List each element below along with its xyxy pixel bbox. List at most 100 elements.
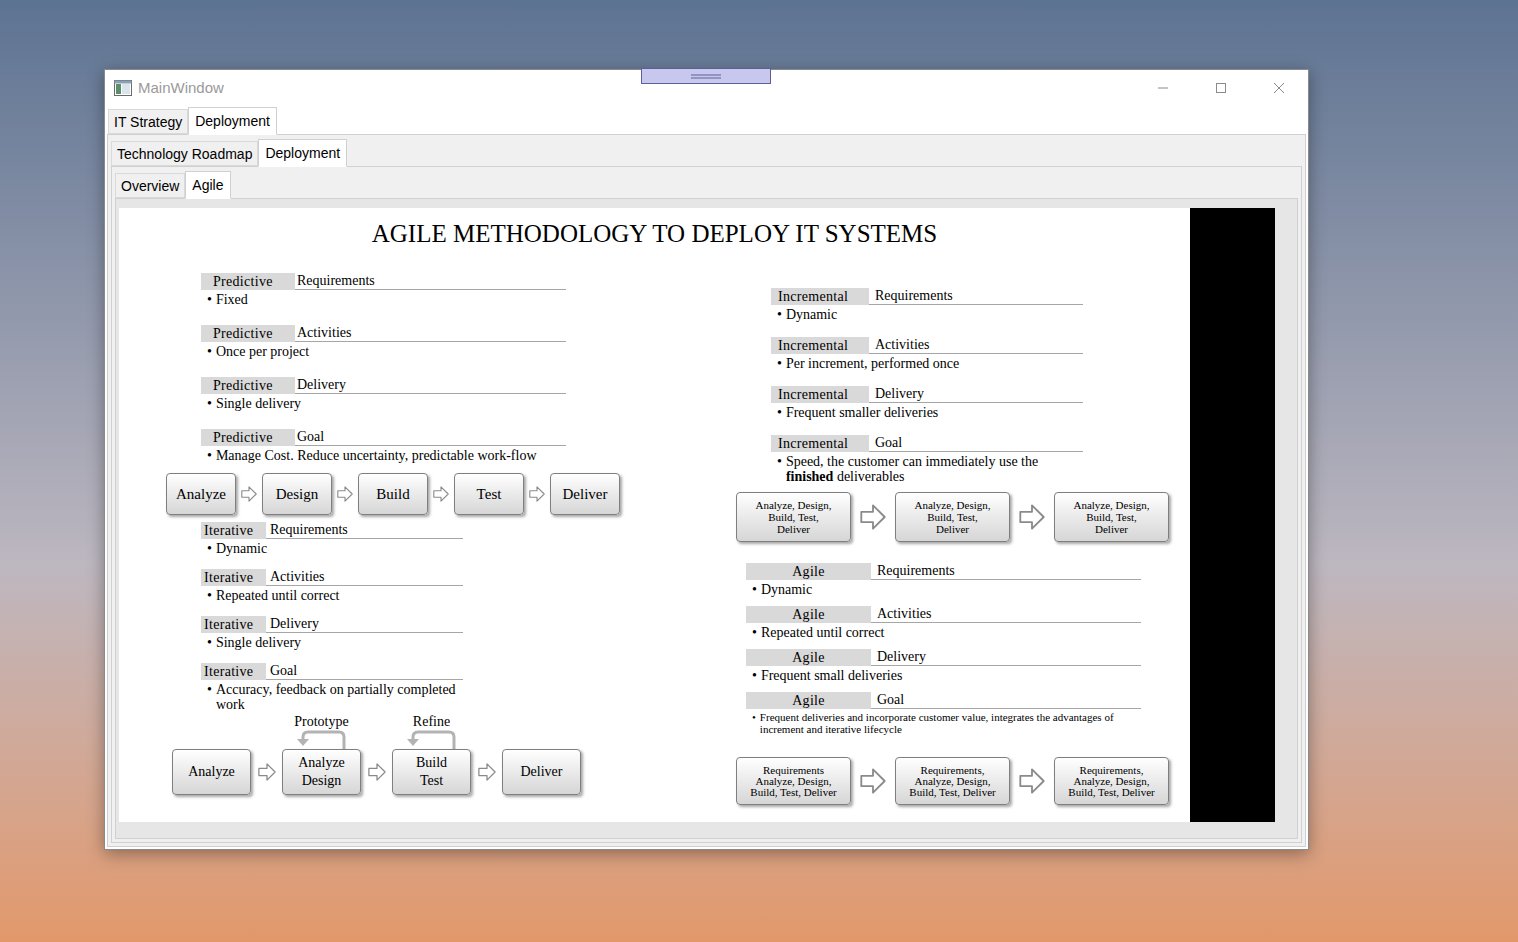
section-bullet: •Speed, the customer can immediately use… xyxy=(771,454,1083,484)
bullet-mark: • xyxy=(777,356,782,371)
flow-step-line: Analyze, Design, xyxy=(755,776,831,787)
section-bullet: •Repeated until correct xyxy=(746,625,1141,640)
flow-step-line: Requirements xyxy=(763,765,824,776)
minimize-button[interactable] xyxy=(1134,70,1192,106)
method-quadrant: IterativeRequirements•DynamicIterativeAc… xyxy=(166,515,689,795)
flow-step-line: Deliver xyxy=(936,523,969,535)
flow-step: Design xyxy=(262,473,332,515)
flow-step-line: Deliver xyxy=(521,763,563,781)
flow-step-line: Build, Test, xyxy=(1086,511,1137,523)
flow-diagram: AnalyzeDesignBuildTestDeliver xyxy=(166,473,689,515)
section-heading: Delivery xyxy=(295,377,566,394)
method-section: IncrementalDelivery•Frequent smaller del… xyxy=(771,386,1083,420)
section-heading: Goal xyxy=(869,435,1083,452)
flow-step-line: Analyze, Design, xyxy=(1073,776,1149,787)
flow-arrow-icon xyxy=(860,768,886,794)
close-button[interactable] xyxy=(1250,70,1308,106)
bullet-text: Manage Cost. Reduce uncertainty, predict… xyxy=(216,448,537,463)
method-tag: Predictive xyxy=(201,325,295,342)
bullet-text: Fixed xyxy=(216,292,248,307)
method-section: PredictiveGoal•Manage Cost. Reduce uncer… xyxy=(201,429,566,463)
section-header: PredictiveDelivery xyxy=(201,377,566,394)
section-header: AgileRequirements xyxy=(746,563,1141,580)
flow-step: Test xyxy=(454,473,524,515)
method-section: IncrementalActivities•Per increment, per… xyxy=(771,337,1083,371)
section-heading: Delivery xyxy=(871,649,1141,666)
flow-step-line: Build, Test, Deliver xyxy=(909,787,995,798)
section-header: PredictiveActivities xyxy=(201,325,566,342)
method-section: AgileRequirements •Dynamic xyxy=(746,563,1141,597)
flow-arrow-icon xyxy=(860,504,886,530)
flow-connector xyxy=(1010,492,1054,542)
flow-connector xyxy=(471,749,502,795)
bullet-mark: • xyxy=(207,396,212,411)
tab[interactable]: Deployment xyxy=(188,107,277,135)
method-section: IterativeDelivery•Single delivery xyxy=(201,616,463,650)
bullet-mark: • xyxy=(777,405,782,420)
flow-step-line: Requirements, xyxy=(1080,765,1144,776)
method-tag: Predictive xyxy=(201,429,295,446)
tab[interactable]: Overview xyxy=(115,173,185,198)
flow-step-with-loop: RefineBuildTest xyxy=(392,715,471,795)
method-section: IterativeRequirements•Dynamic xyxy=(201,522,463,556)
window: MainWindowIT StrategyDeploymentTechnolog… xyxy=(104,69,1309,850)
flow-step-line: Analyze xyxy=(298,754,345,772)
bullet-text: Speed, the customer can immediately use … xyxy=(786,454,1083,484)
method-tag: Agile xyxy=(746,563,871,580)
flow-arrow-icon xyxy=(433,486,449,502)
tab[interactable]: Technology Roadmap xyxy=(111,141,258,166)
flow-step-line: Analyze xyxy=(188,763,235,781)
flow-arrow-icon xyxy=(337,486,353,502)
tab[interactable]: Agile xyxy=(185,171,230,199)
flow-step: Build xyxy=(358,473,428,515)
section-header: AgileGoal xyxy=(746,692,1141,709)
bullet-text: Dynamic xyxy=(216,541,267,556)
section-bullet: •Dynamic xyxy=(771,307,1083,322)
bullet-text: Dynamic xyxy=(761,582,812,597)
section-header: IncrementalDelivery xyxy=(771,386,1083,403)
tab[interactable]: IT Strategy xyxy=(108,109,188,134)
flow-connector xyxy=(332,473,358,515)
section-heading: Delivery xyxy=(266,616,463,633)
section-header: IterativeRequirements xyxy=(201,522,463,539)
top-tab-strip: IT StrategyDeployment xyxy=(108,106,1306,134)
flow-step: Deliver xyxy=(550,473,620,515)
method-section: IterativeActivities•Repeated until corre… xyxy=(201,569,463,603)
flow-step-line: Build, Test, xyxy=(927,511,978,523)
section-bullet: •Frequent small deliveries xyxy=(746,668,1141,683)
method-section: AgileGoal•Frequent deliveries and incorp… xyxy=(746,692,1141,735)
method-quadrant: PredictiveRequirements•FixedPredictiveAc… xyxy=(166,273,689,515)
flow-step: Analyze, Design,Build, Test,Deliver xyxy=(736,492,851,542)
close-icon xyxy=(1273,82,1285,94)
section-header: IterativeDelivery xyxy=(201,616,463,633)
flow-connector xyxy=(251,749,282,795)
bullet-mark: • xyxy=(752,625,757,640)
bullet-mark: • xyxy=(752,668,757,683)
slide-title: AGILE METHODOLOGY TO DEPLOY IT SYSTEMS xyxy=(119,208,1190,248)
section-bullet: •Accuracy, feedback on partially complet… xyxy=(201,682,463,712)
method-tag: Agile xyxy=(746,606,871,623)
flow-step-line: Test xyxy=(477,485,502,503)
loop-label: Prototype xyxy=(294,715,348,729)
maximize-button[interactable] xyxy=(1192,70,1250,106)
section-bullet: •Dynamic xyxy=(746,582,1141,597)
flow-connector xyxy=(851,757,895,805)
slide-image: AGILE METHODOLOGY TO DEPLOY IT SYSTEMS Pr… xyxy=(119,208,1190,822)
flow-step: Deliver xyxy=(502,749,581,795)
tab[interactable]: Deployment xyxy=(258,139,347,167)
minimize-icon xyxy=(1157,82,1169,94)
slide-column: IncrementalRequirements•DynamicIncrement… xyxy=(689,248,1190,822)
method-tag: Predictive xyxy=(201,273,295,290)
bullet-text: Dynamic xyxy=(786,307,837,322)
section-header: AgileDelivery xyxy=(746,649,1141,666)
section-heading: Requirements xyxy=(871,563,1141,580)
section-heading: Delivery xyxy=(869,386,1083,403)
bullet-text: Single delivery xyxy=(216,396,301,411)
flow-connector xyxy=(851,492,895,542)
flow-step: Analyze, Design,Build, Test,Deliver xyxy=(1054,492,1169,542)
section-bullet: •Repeated until correct xyxy=(201,588,463,603)
bullet-mark: • xyxy=(207,588,212,603)
flow-arrow-icon xyxy=(1019,768,1045,794)
flow-step-line: Design xyxy=(302,772,342,790)
drag-handle[interactable] xyxy=(641,68,771,84)
